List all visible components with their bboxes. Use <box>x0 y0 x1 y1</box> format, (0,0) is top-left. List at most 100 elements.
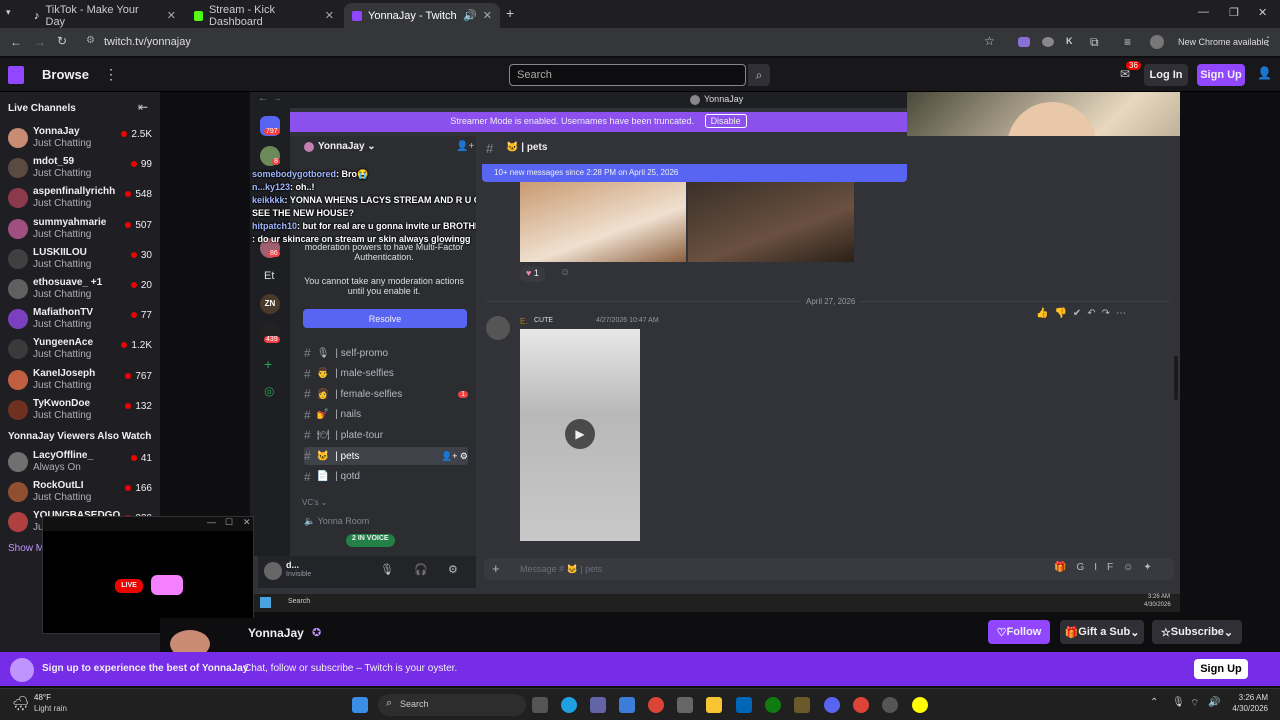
site-info-icon[interactable]: ⚙ <box>86 35 95 46</box>
app-icon[interactable] <box>736 697 752 713</box>
mini-player-window[interactable]: — ☐ ✕ LIVE <box>42 516 254 634</box>
url-field[interactable]: twitch.tv/yonnajay <box>104 36 191 48</box>
discord-icon[interactable] <box>824 697 840 713</box>
channel-item[interactable]: ethosuave_ +1 Just Chatting 20 <box>0 275 160 305</box>
snapchat-icon[interactable] <box>912 697 928 713</box>
pet-image[interactable] <box>688 182 854 262</box>
server-icon[interactable]: Et <box>264 270 274 282</box>
app-icon[interactable] <box>794 697 810 713</box>
user-icon[interactable]: 👤 <box>1257 66 1272 80</box>
video-attachment[interactable]: ▶ <box>520 329 640 541</box>
extension-icon[interactable]: K <box>1066 36 1073 46</box>
close-icon[interactable]: ✕ <box>243 517 251 528</box>
vc-category[interactable]: VC's ⌄ <box>302 498 328 507</box>
clock-time[interactable]: 3:26 AM <box>1228 693 1268 702</box>
taskbar-search[interactable]: ⌕ Search <box>378 694 526 716</box>
new-tab-icon[interactable]: + <box>506 5 514 21</box>
channel-item[interactable]: LUSKIILOU Just Chatting 30 <box>0 245 160 275</box>
play-icon[interactable]: ▶ <box>565 419 595 449</box>
chrome-icon[interactable] <box>648 697 664 713</box>
windows-start-icon[interactable] <box>352 697 368 713</box>
channel-female-selfies[interactable]: # 👩 | female-selfies 1 <box>304 385 468 403</box>
xbox-icon[interactable] <box>765 697 781 713</box>
tab-twitch[interactable]: YonnaJay - Twitch 🔊 ✕ <box>344 3 500 28</box>
close-icon[interactable]: ✕ <box>483 9 492 22</box>
clock-date[interactable]: 4/30/2026 <box>1226 704 1268 713</box>
search-input[interactable]: Search <box>509 64 746 86</box>
add-reaction-icon[interactable]: ☺ <box>560 267 570 278</box>
banner-signup-button[interactable]: Sign Up <box>1194 659 1248 679</box>
add-member-icon[interactable]: 👤+ <box>456 141 474 152</box>
message-input[interactable]: Message # 🐱 | pets <box>520 564 602 575</box>
tab-kick[interactable]: Stream - Kick Dashboard ✕ <box>186 3 342 28</box>
window-close-icon[interactable]: ✕ <box>1258 6 1267 19</box>
disable-button[interactable]: Disable <box>704 114 747 128</box>
add-attachment-icon[interactable]: + <box>492 561 500 576</box>
speaker-icon[interactable]: 🔊 <box>463 9 477 22</box>
tab-tiktok[interactable]: ♪ TikTok - Make Your Day ✕ <box>26 3 184 28</box>
minimize-icon[interactable]: — <box>207 517 216 527</box>
signup-button[interactable]: Sign Up <box>1197 64 1245 86</box>
scrollbar[interactable] <box>1174 356 1178 400</box>
browse-link[interactable]: Browse <box>42 67 89 82</box>
message-composer[interactable]: + Message # 🐱 | pets 🎁GIF☺✦ <box>484 558 1174 580</box>
resolve-button[interactable]: Resolve <box>303 309 467 328</box>
app-icon[interactable] <box>882 697 898 713</box>
volume-icon[interactable]: 🔊 <box>1208 697 1220 708</box>
message-actions[interactable]: 👍👎✔↶↷⋯ <box>1036 308 1132 319</box>
avatar[interactable] <box>264 562 282 580</box>
teams-icon[interactable] <box>590 697 606 713</box>
channel-item[interactable]: KaneIJoseph Just Chatting 767 <box>0 366 160 396</box>
chrome-icon[interactable] <box>853 697 869 713</box>
server-name[interactable]: YonnaJay ⌄ <box>318 141 376 152</box>
channel-qotd[interactable]: # 📄 | qotd <box>304 468 468 486</box>
twitch-logo-icon[interactable] <box>8 66 24 84</box>
minimize-icon[interactable]: — <box>1198 6 1209 18</box>
more-icon[interactable]: ⋮ <box>104 66 118 83</box>
channel-item[interactable]: YungeenAce Just Chatting 1.2K <box>0 335 160 365</box>
reaction-heart[interactable]: ♥ 1 <box>520 266 545 282</box>
bookmark-star-icon[interactable]: ☆ <box>984 34 995 48</box>
back-icon[interactable]: ← <box>10 35 22 49</box>
headphones-icon[interactable]: 🎧 <box>414 563 428 576</box>
user-name[interactable]: d... <box>286 560 299 570</box>
channel-item[interactable]: LacyOffline_ Always On 41 <box>0 448 160 478</box>
channel-pets[interactable]: # 🐱 | pets 👤+ ⚙ <box>304 447 468 465</box>
tab-menu-icon[interactable]: ▾ <box>6 7 20 21</box>
add-server-icon[interactable]: + <box>264 356 272 372</box>
media-control-icon[interactable]: ≡ <box>1124 35 1131 49</box>
tray-chevron-icon[interactable]: ⌃ <box>1150 697 1158 708</box>
close-icon[interactable]: ✕ <box>167 9 176 22</box>
avatar[interactable] <box>486 316 510 340</box>
wifi-icon[interactable]: ⌔ <box>1190 697 1199 710</box>
channel-plate-tour[interactable]: # 🍽 | plate-tour <box>304 426 468 444</box>
channel-item[interactable]: summyahmarie Just Chatting 507 <box>0 215 160 245</box>
copilot-icon[interactable] <box>619 697 635 713</box>
new-messages-bar[interactable]: 10+ new messages since 2:28 PM on April … <box>482 164 907 182</box>
close-icon[interactable]: ✕ <box>325 9 334 22</box>
microphone-icon[interactable]: 🎙 <box>1172 697 1185 708</box>
forward-icon[interactable]: → <box>34 35 46 49</box>
pet-image[interactable] <box>520 182 686 262</box>
extension-icon[interactable] <box>1018 37 1030 47</box>
channel-nails[interactable]: # 💅 | nails <box>304 406 468 424</box>
channel-male-selfies[interactable]: # 👨 | male-selfies <box>304 365 468 383</box>
channel-self-promo[interactable]: # 🎙 | self-promo <box>304 344 468 362</box>
gift-sub-button[interactable]: 🎁 Gift a Sub ⌄ <box>1060 620 1144 644</box>
file-explorer-icon[interactable] <box>706 697 722 713</box>
subscribe-button[interactable]: ☆ Subscribe ⌄ <box>1152 620 1242 644</box>
profile-avatar[interactable] <box>1150 35 1164 49</box>
microphone-icon[interactable]: 🎙 <box>380 563 394 576</box>
channel-item[interactable]: TyKwonDoe Just Chatting 132 <box>0 396 160 426</box>
forward-icon[interactable]: → <box>272 93 282 104</box>
puzzle-icon[interactable]: ⧉ <box>1090 35 1099 50</box>
message-author[interactable]: E. <box>520 317 528 326</box>
reload-icon[interactable]: ↻ <box>57 34 67 48</box>
explore-icon[interactable]: ◎ <box>264 384 274 398</box>
kebab-menu-icon[interactable]: ⋮ <box>1262 34 1274 48</box>
login-button[interactable]: Log In <box>1144 64 1188 86</box>
collapse-sidebar-icon[interactable]: ⇤ <box>138 100 148 114</box>
store-icon[interactable] <box>677 697 693 713</box>
channel-item[interactable]: RockOutLI Just Chatting 166 <box>0 478 160 508</box>
new-chrome-available[interactable]: New Chrome available <box>1178 37 1269 47</box>
